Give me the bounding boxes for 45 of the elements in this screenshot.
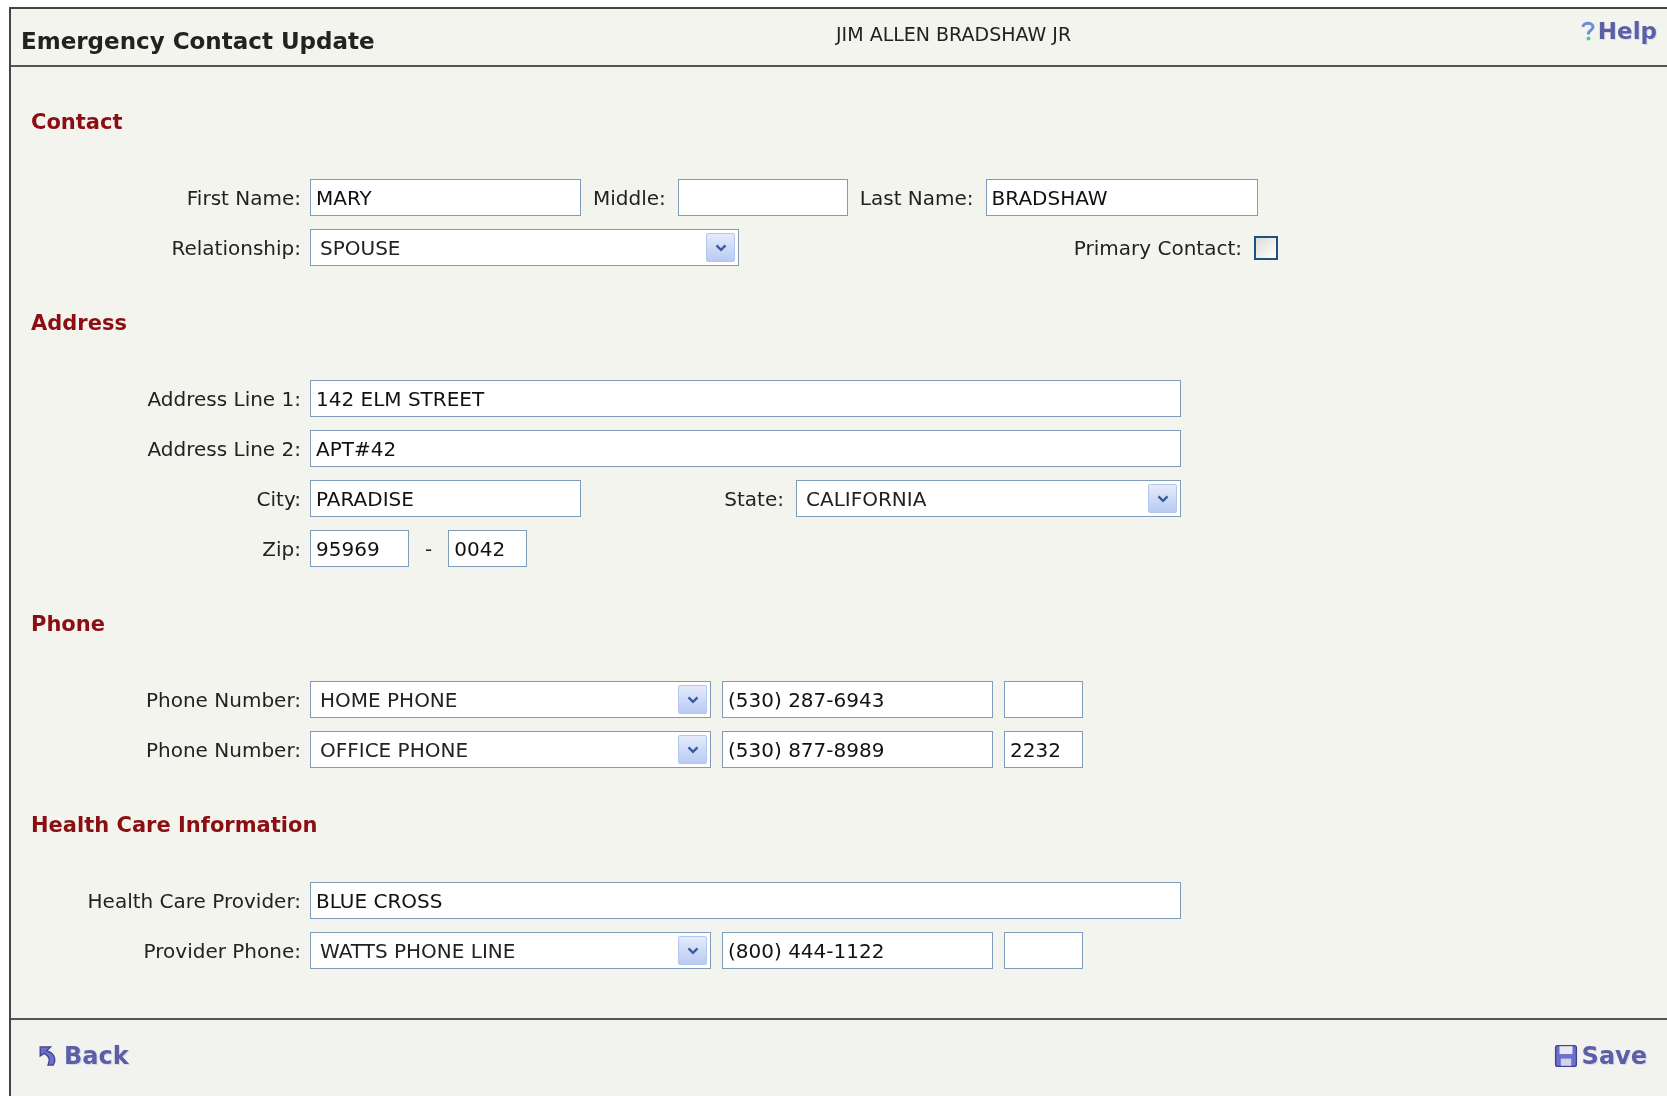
save-button[interactable]: Save (1552, 1042, 1647, 1070)
input-field[interactable]: (800) 444-1122 (722, 932, 993, 969)
page-title: Emergency Contact Update (21, 28, 375, 54)
input-field[interactable]: 95969 (310, 530, 409, 567)
input-field[interactable]: BRADSHAW (985, 179, 1258, 216)
input-field[interactable] (677, 179, 848, 216)
field-label: Primary Contact: (1072, 235, 1243, 260)
field-label: Address Line 2: (146, 436, 302, 461)
field-label: Phone Number: (144, 737, 302, 762)
section-heading: Address (31, 310, 128, 337)
separator: - (424, 536, 434, 561)
input-field[interactable]: (530) 287-6943 (722, 681, 993, 718)
field-label: Phone Number: (144, 687, 302, 712)
field-label: First Name: (185, 185, 302, 210)
section-heading: Health Care Information (31, 812, 319, 839)
field-label: City: (255, 486, 302, 511)
field-label: Zip: (261, 536, 302, 561)
dropdown[interactable]: SPOUSE (310, 229, 739, 266)
field-label: Middle: (592, 185, 667, 210)
dropdown[interactable]: WATTS PHONE LINE (310, 932, 711, 969)
input-field[interactable]: (530) 877-8989 (722, 731, 993, 768)
field-label: Provider Phone: (142, 938, 302, 963)
checkbox[interactable] (1254, 235, 1278, 260)
field-label: Health Care Provider: (86, 888, 302, 913)
input-field[interactable]: MARY (310, 179, 581, 216)
input-field[interactable] (1004, 932, 1083, 969)
input-field[interactable]: 2232 (1004, 731, 1083, 768)
employee-name: JIM ALLEN BRADSHAW JR (836, 23, 1072, 45)
dropdown[interactable]: CALIFORNIA (796, 480, 1181, 517)
back-button[interactable]: Back (35, 1042, 129, 1070)
input-field[interactable]: APT#42 (310, 430, 1181, 467)
field-label: Address Line 1: (146, 386, 302, 411)
field-label: State: (723, 486, 785, 511)
input-field[interactable]: 0042 (448, 530, 528, 567)
section-heading: Phone (31, 611, 106, 638)
dropdown[interactable]: OFFICE PHONE (310, 731, 711, 768)
field-label: Last Name: (858, 185, 975, 210)
field-label: Relationship: (170, 235, 302, 260)
input-field[interactable]: 142 ELM STREET (310, 380, 1181, 417)
input-field[interactable]: BLUE CROSS (310, 882, 1181, 919)
help-link[interactable]: Help (1577, 18, 1657, 44)
dropdown[interactable]: HOME PHONE (310, 681, 711, 718)
input-field[interactable] (1004, 681, 1083, 718)
input-field[interactable]: PARADISE (310, 480, 581, 517)
section-heading: Contact (31, 109, 124, 136)
